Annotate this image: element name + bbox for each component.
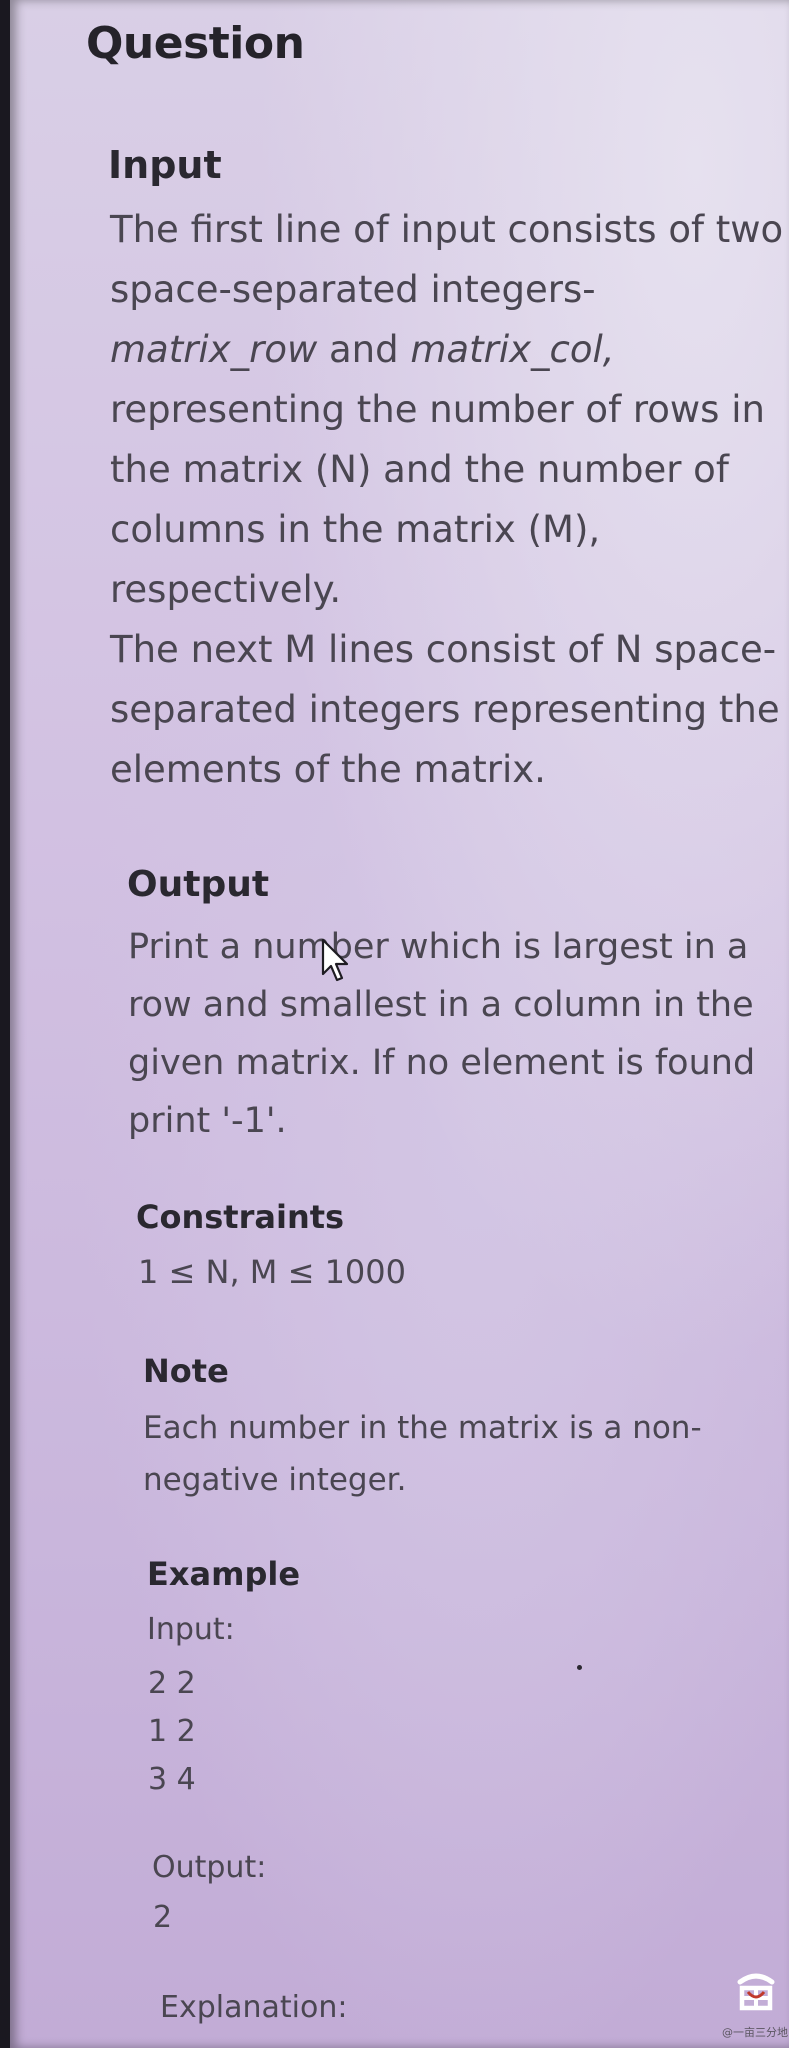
watermark-text: @一亩三分地 — [722, 2026, 788, 2039]
output-heading: Output — [127, 864, 270, 905]
input-line-5: columns in the matrix (M), — [110, 508, 601, 551]
input-heading: Input — [108, 143, 222, 187]
question-heading: Question — [86, 18, 305, 69]
example-input-block: 2 2 1 2 3 4 — [148, 1660, 196, 1804]
input-line-4: the matrix (N) and the number of — [110, 448, 729, 491]
constraints-text: 1 ≤ N, M ≤ 1000 — [138, 1253, 406, 1291]
output-description: Print a number which is largest in a row… — [128, 918, 755, 1150]
input-line-3: representing the number of rows in — [110, 388, 765, 431]
mouse-cursor-icon — [321, 938, 349, 982]
input-line-7: The next M lines consist of N space- — [110, 628, 777, 671]
example-input-line: 1 2 — [148, 1714, 196, 1749]
input-line-6: respectively. — [110, 568, 342, 611]
input-line-9: elements of the matrix. — [110, 748, 546, 791]
example-input-line: 3 4 — [148, 1762, 196, 1797]
watermark: @一亩三分地 — [722, 1968, 788, 2046]
example-input-label: Input: — [147, 1612, 235, 1647]
example-heading: Example — [147, 1555, 301, 1593]
note-line-2: negative integer. — [143, 1462, 407, 1498]
output-line-1: Print a number which is largest in a — [128, 927, 749, 967]
var-matrix-row: matrix_row — [110, 328, 318, 371]
output-line-2: row and smallest in a column in the — [128, 985, 754, 1025]
input-description: The first line of input consists of two … — [110, 200, 783, 800]
input-line-2: space-separated integers- — [110, 268, 596, 311]
example-output-value: 2 — [153, 1900, 173, 1935]
screen-dust-dot — [577, 1665, 582, 1670]
example-output-label: Output: — [152, 1850, 267, 1885]
output-line-3: given matrix. If no element is found — [128, 1043, 756, 1083]
and-word: and — [329, 328, 399, 371]
input-line-1: The first line of input consists of two — [110, 208, 784, 251]
note-description: Each number in the matrix is a non- nega… — [143, 1402, 702, 1506]
output-line-4: print '-1'. — [128, 1101, 287, 1141]
monitor-screen: Question Input The first line of input c… — [10, 0, 789, 2048]
constraints-heading: Constraints — [136, 1198, 345, 1236]
note-heading: Note — [143, 1352, 229, 1390]
input-line-vars: matrix_row and matrix_col, — [110, 320, 783, 380]
explanation-label: Explanation: — [160, 1990, 348, 2025]
var-matrix-col: matrix_col, — [410, 328, 615, 371]
example-input-line: 2 2 — [148, 1666, 196, 1701]
fish-logo-icon — [737, 1973, 775, 2011]
problem-statement: Question Input The first line of input c… — [10, 0, 789, 2048]
note-line-1: Each number in the matrix is a non- — [143, 1410, 702, 1446]
input-line-8: separated integers representing the — [110, 688, 780, 731]
